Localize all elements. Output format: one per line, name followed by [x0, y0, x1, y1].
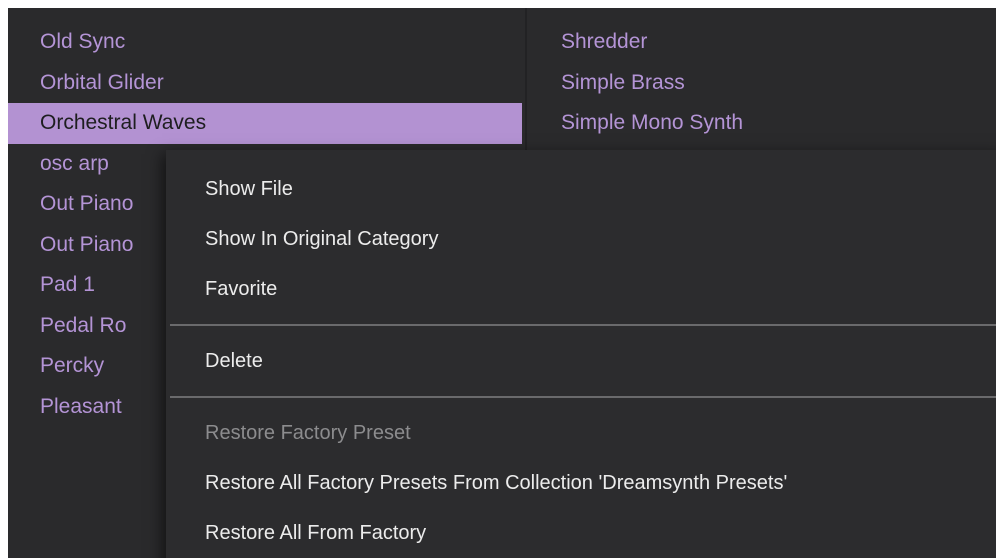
preset-list-right: Shredder Simple Brass Simple Mono Synth — [532, 22, 996, 144]
menu-item-restore-factory-preset: Restore Factory Preset — [205, 422, 411, 444]
preset-item-selected[interactable]: Orchestral Waves — [8, 103, 522, 144]
preset-item[interactable]: Simple Brass — [532, 63, 996, 104]
preset-item[interactable]: Orbital Glider — [8, 63, 522, 104]
menu-item-favorite[interactable]: Favorite — [166, 264, 996, 314]
menu-item-delete[interactable]: Delete — [166, 336, 996, 386]
preset-item[interactable]: Shredder — [532, 22, 996, 63]
preset-item[interactable]: Simple Mono Synth — [532, 103, 996, 144]
preset-context-menu: Show File Show In Original Category Favo… — [166, 150, 996, 558]
preset-item[interactable]: Old Sync — [8, 22, 522, 63]
menu-separator — [170, 396, 996, 398]
menu-separator — [170, 324, 996, 326]
menu-item-show-file[interactable]: Show File — [166, 164, 996, 214]
preset-browser: Old Sync Orbital Glider Orchestral Waves… — [8, 8, 996, 558]
menu-item-restore-all-from-collection[interactable]: Restore All Factory Presets From Collect… — [166, 458, 996, 508]
menu-item-show-in-original-category[interactable]: Show In Original Category — [166, 214, 996, 264]
menu-item-restore-all-from-factory[interactable]: Restore All From Factory — [166, 508, 996, 558]
